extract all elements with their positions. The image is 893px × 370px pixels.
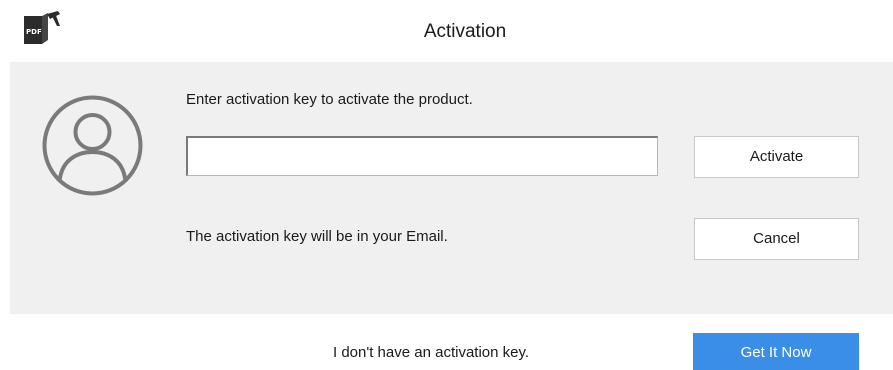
activation-panel: Enter activation key to activate the pro… [10,62,893,314]
get-it-now-button[interactable]: Get It Now [693,333,859,370]
title-bar: PDF Activation [0,0,893,62]
activation-dialog: PDF Activation Enter activation key to a… [0,0,893,370]
activation-key-input[interactable] [186,136,658,176]
activate-button[interactable]: Activate [694,136,859,178]
email-note: The activation key will be in your Email… [186,228,448,245]
no-key-text: I don't have an activation key. [333,344,530,361]
user-avatar-icon [41,94,144,197]
cancel-button[interactable]: Cancel [694,218,859,260]
window-title: Activation [423,21,507,42]
activation-prompt: Enter activation key to activate the pro… [186,91,473,108]
